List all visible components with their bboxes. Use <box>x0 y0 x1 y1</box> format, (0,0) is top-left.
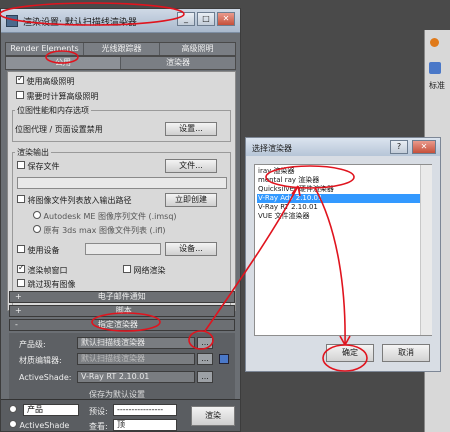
render-footer: 产品 ActiveShade 预设: ---------------- 查看: … <box>1 399 240 431</box>
command-panel-label: 标准 <box>429 81 445 90</box>
list-scrollbar[interactable] <box>420 165 432 335</box>
save-file-label: 保存文件 <box>27 162 60 171</box>
tab-row-2: 公用 渲染器 <box>5 56 236 70</box>
material-renderer-field: 默认扫描线渲染器 <box>77 353 195 365</box>
use-adv-lighting-label: 使用高级照明 <box>26 77 75 86</box>
skip-existing-label: 跳过现有图像 <box>27 280 76 289</box>
net-render-checkbox[interactable] <box>123 265 131 273</box>
use-device-checkbox[interactable] <box>17 245 25 253</box>
activeshade-radio[interactable] <box>9 420 17 428</box>
activeshade-browse-button[interactable]: ... <box>197 371 213 383</box>
preset-dropdown[interactable]: ---------------- <box>113 404 177 416</box>
compute-adv-lighting-label: 需要时计算高级照明 <box>26 92 99 101</box>
render-output-group: 渲染输出 保存文件 文件... 将图像文件列表放入输出路径 立即创建 Autod… <box>12 147 231 308</box>
list-item[interactable]: V-Ray RT 2.10.01 <box>257 203 430 212</box>
tab-row-1: Render Elements 光线跟踪器 高级照明 <box>5 42 236 56</box>
autodesk-imsq-radio[interactable] <box>33 211 41 219</box>
activeshade-mode-label: ActiveShade <box>19 421 70 430</box>
skip-existing-checkbox[interactable] <box>17 279 25 287</box>
render-output-title: 渲染输出 <box>15 147 51 158</box>
minimize-button[interactable]: _ <box>177 12 195 26</box>
ok-button[interactable]: 确定 <box>326 344 374 362</box>
title-bar: 渲染设置: 默认扫描线渲染器 _ □ ✕ <box>1 9 240 33</box>
cancel-button[interactable]: 取消 <box>382 344 430 362</box>
rollout-assign-label: 指定渲染器 <box>97 320 138 329</box>
production-radio[interactable] <box>9 405 17 413</box>
save-file-checkbox[interactable] <box>17 161 25 169</box>
use-device-label: 使用设备 <box>27 246 60 255</box>
material-editor-label: 材质编辑器: <box>19 356 62 365</box>
renderer-list[interactable]: iray 渲染器 mental ray 渲染器 Quicksilver 硬件渲染… <box>254 164 432 336</box>
list-item[interactable]: VUE 文件渲染器 <box>257 212 430 221</box>
help-button[interactable]: ? <box>390 140 408 154</box>
list-item[interactable]: Quicksilver 硬件渲染器 <box>257 185 430 194</box>
list-item-selected[interactable]: V-Ray Adv 2.10.01 <box>257 194 430 203</box>
list-item[interactable]: iray 渲染器 <box>257 167 430 176</box>
bitmap-setup-button[interactable]: 设置... <box>165 122 217 136</box>
legacy-ifl-radio[interactable] <box>33 225 41 233</box>
close-button[interactable]: ✕ <box>217 12 235 26</box>
bitmap-group: 位图性能和内存选项 位图代理 / 页面设置禁用 设置... <box>12 105 231 142</box>
net-render-label: 网络渲染 <box>133 266 166 275</box>
list-item[interactable]: mental ray 渲染器 <box>257 176 430 185</box>
tab-raytracer[interactable]: 光线跟踪器 <box>84 43 160 55</box>
assign-renderer-panel: 产品级: 默认扫描线渲染器 ... 材质编辑器: 默认扫描线渲染器 ... Ac… <box>9 333 235 399</box>
activeshade-renderer-field: V-Ray RT 2.10.01 <box>77 371 195 383</box>
production-label: 产品级: <box>19 340 46 349</box>
rollout-script-label: 脚本 <box>115 306 132 315</box>
put-image-list-label: 将图像文件列表放入输出路径 <box>27 196 132 205</box>
tab-advanced-lighting[interactable]: 高级照明 <box>160 43 235 55</box>
app-icon <box>6 15 18 27</box>
rollout-email[interactable]: + 电子邮件通知 <box>9 291 235 303</box>
use-adv-lighting-checkbox[interactable] <box>16 76 24 84</box>
sun-icon[interactable] <box>430 38 439 47</box>
tab-render-elements[interactable]: Render Elements <box>6 43 84 55</box>
create-icon[interactable] <box>429 62 441 74</box>
bitmap-proxy-text: 位图代理 / 页面设置禁用 <box>15 125 103 134</box>
material-browse-button[interactable]: ... <box>197 353 213 365</box>
rollout-script[interactable]: + 脚本 <box>9 305 235 317</box>
device-button[interactable]: 设备... <box>165 242 217 256</box>
common-panel: 使用高级照明 需要时计算高级照明 位图性能和内存选项 位图代理 / 页面设置禁用… <box>7 71 236 311</box>
autodesk-imsq-label: Autodesk ME 图像序列文件 (.imsq) <box>43 212 177 221</box>
legacy-ifl-label: 原有 3ds max 图像文件列表 (.ifl) <box>43 226 166 235</box>
preset-label: 预设: <box>89 407 108 416</box>
tab-common[interactable]: 公用 <box>6 57 121 69</box>
view-dropdown[interactable]: 顶 <box>113 419 177 431</box>
production-browse-button[interactable]: ... <box>197 337 213 349</box>
output-path-field[interactable] <box>17 177 227 189</box>
activeshade-label: ActiveShade: <box>19 373 72 382</box>
choose-renderer-close-button[interactable]: ✕ <box>412 140 436 154</box>
render-frame-window-label: 渲染帧窗口 <box>27 266 68 275</box>
tab-renderer[interactable]: 渲染器 <box>121 57 235 69</box>
bitmap-group-title: 位图性能和内存选项 <box>15 105 91 116</box>
production-mode-dropdown[interactable]: 产品 <box>23 404 79 416</box>
file-button[interactable]: 文件... <box>165 159 217 173</box>
create-now-button[interactable]: 立即创建 <box>165 193 217 207</box>
device-field[interactable] <box>85 243 161 255</box>
render-setup-dialog: 渲染设置: 默认扫描线渲染器 _ □ ✕ Render Elements 光线跟… <box>0 8 241 432</box>
view-label: 查看: <box>89 422 108 431</box>
choose-renderer-title: 选择渲染器 <box>252 144 292 153</box>
lock-icon[interactable] <box>219 354 229 364</box>
choose-renderer-title-bar: 选择渲染器 ? ✕ <box>246 138 440 156</box>
production-renderer-field: 默认扫描线渲染器 <box>77 337 195 349</box>
choose-renderer-dialog: 选择渲染器 ? ✕ iray 渲染器 mental ray 渲染器 Quicks… <box>245 137 441 372</box>
rollout-assign-renderer[interactable]: - 指定渲染器 <box>9 319 235 331</box>
window-title: 渲染设置: 默认扫描线渲染器 <box>23 18 137 28</box>
put-image-list-checkbox[interactable] <box>17 195 25 203</box>
render-button[interactable]: 渲染 <box>191 406 235 426</box>
maximize-button[interactable]: □ <box>197 12 215 26</box>
compute-adv-lighting-checkbox[interactable] <box>16 91 24 99</box>
rollout-email-label: 电子邮件通知 <box>97 292 146 301</box>
render-frame-window-checkbox[interactable] <box>17 265 25 273</box>
